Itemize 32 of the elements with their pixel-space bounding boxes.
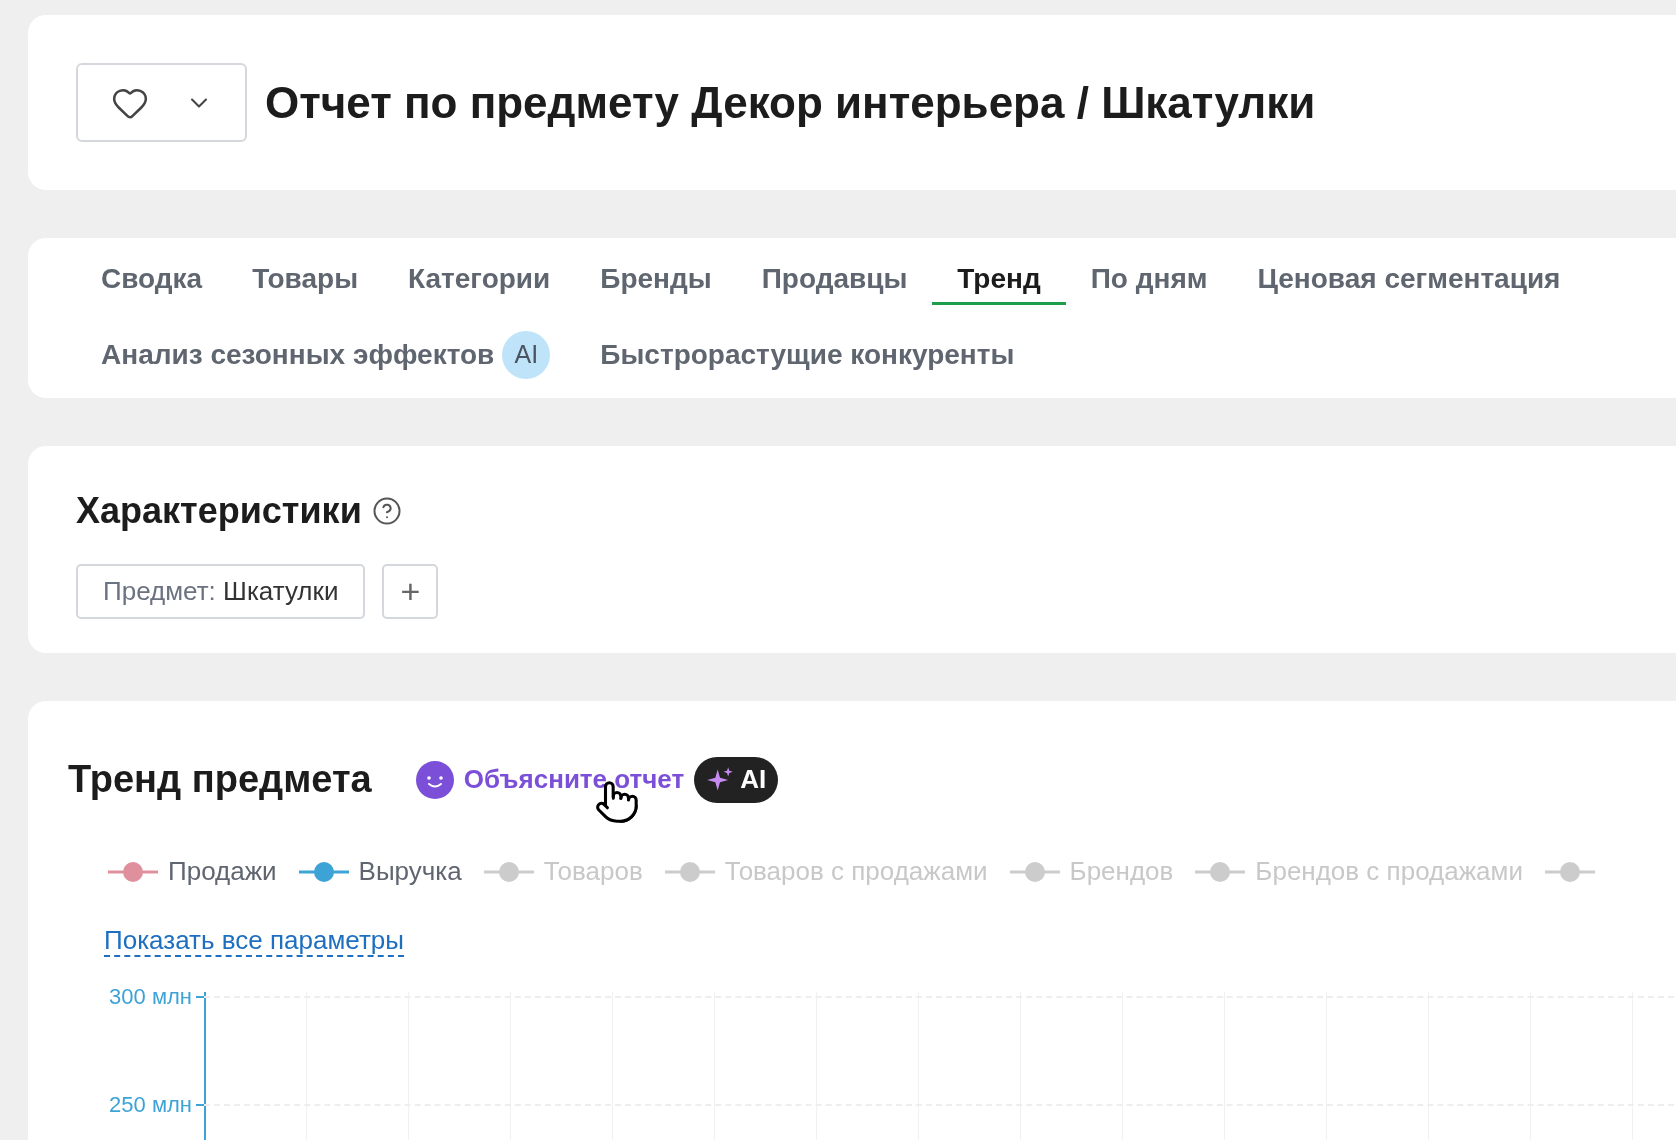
tab[interactable]: Тренд xyxy=(932,255,1066,305)
help-icon[interactable] xyxy=(371,496,402,526)
tab[interactable]: По дням xyxy=(1065,255,1233,305)
legend-item[interactable]: Продажи xyxy=(108,852,277,891)
tab[interactable]: Продавцы xyxy=(736,255,933,305)
section-title: Характеристики xyxy=(76,489,362,533)
legend-marker-icon xyxy=(664,860,715,883)
filter-chip[interactable]: Предмет: Шкатулки xyxy=(76,564,366,619)
legend-marker-icon xyxy=(1544,860,1595,883)
section-title: Тренд предмета xyxy=(68,757,372,802)
tab[interactable]: Бренды xyxy=(575,255,737,305)
legend-item[interactable] xyxy=(1544,860,1595,883)
tab[interactable]: Товары xyxy=(227,255,384,305)
add-filter-button[interactable]: + xyxy=(382,564,439,619)
legend-marker-icon xyxy=(1195,860,1246,883)
legend-marker-icon xyxy=(483,860,534,883)
tab[interactable]: Категории xyxy=(383,255,576,305)
show-all-parameters-link[interactable]: Показать все параметры xyxy=(104,925,404,957)
smiley-icon xyxy=(415,760,454,799)
legend-marker-icon xyxy=(1009,860,1060,883)
favorite-button[interactable] xyxy=(76,63,247,142)
legend-item[interactable]: Выручка xyxy=(298,852,462,891)
explain-report-link[interactable]: Объясните отчет xyxy=(463,760,685,799)
tab[interactable]: Ценовая сегментация xyxy=(1232,255,1586,305)
axis-tick-label: 300 млн xyxy=(108,983,192,1011)
ai-badge: AI xyxy=(502,330,551,379)
tab[interactable]: Быстрорастущие конкуренты xyxy=(575,331,1040,381)
ai-badge: AI xyxy=(694,756,779,803)
tab[interactable]: Анализ сезонных эффектов AI xyxy=(76,331,576,381)
page-title: Отчет по предмету Декор интерьера / Шкатулки xyxy=(265,76,1316,129)
tab[interactable]: Сводка xyxy=(76,255,228,305)
axis-tick-label: 250 млн xyxy=(108,1091,192,1119)
